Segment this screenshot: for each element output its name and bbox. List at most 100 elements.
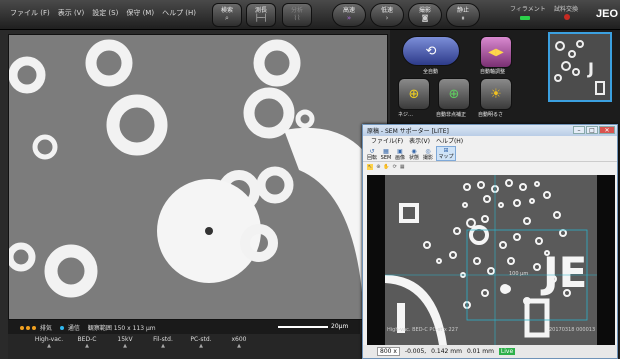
- image-thumbnail[interactable]: J: [548, 32, 612, 102]
- auto-contrast-label: ネジ…: [398, 112, 414, 118]
- auto-focus-label: 自動軸調整: [480, 69, 506, 75]
- grid-icon[interactable]: ▦: [400, 164, 405, 170]
- capture-button[interactable]: 撮影 ◙: [408, 3, 442, 27]
- evac-dot-icon: [26, 325, 30, 330]
- tool-label: マップ: [438, 154, 454, 160]
- focus-arrows-icon: ◀▶: [488, 46, 504, 58]
- rotate-icon: ↺: [369, 148, 375, 155]
- hand-icon[interactable]: ✋: [383, 164, 389, 170]
- cond-probe-current[interactable]: PC-std. ▲: [182, 334, 220, 359]
- cond-detector[interactable]: BED-C ▲: [68, 334, 106, 359]
- chevron-up-icon: ▲: [199, 343, 203, 349]
- field-of-view: 観察範囲 150 x 113 μm: [87, 324, 156, 332]
- menu-file[interactable]: ファイル (F): [6, 8, 54, 18]
- sem-image-viewport[interactable]: [8, 34, 388, 320]
- camera-icon: ◙: [421, 14, 429, 22]
- info-bar: 排気 通信 観察範囲 150 x 113 μm 20μm: [8, 320, 360, 334]
- pause-icon: ⏸: [461, 14, 465, 22]
- cond-filament[interactable]: Fil-std. ▲: [144, 334, 182, 359]
- win-menu-view[interactable]: 表示(V): [409, 136, 430, 145]
- vacuum-label: 試料交換: [554, 6, 579, 13]
- evac-label: 排気: [39, 324, 52, 332]
- auto-focus-button[interactable]: ◀▶: [480, 36, 512, 68]
- menu-settings[interactable]: 設定 (S): [88, 8, 122, 18]
- win-menu-help[interactable]: ヘルプ(H): [436, 136, 463, 145]
- refresh-icon[interactable]: ⟳: [393, 164, 397, 170]
- window-subtoolbar: ↖ ⊕ ✋ ⟳ ▦: [363, 162, 617, 171]
- chevron-up-icon: ▲: [161, 343, 165, 349]
- menu-view[interactable]: 表示 (V): [54, 8, 88, 18]
- filament-label: フィラメント: [510, 6, 546, 13]
- cond-value: High-vac.: [34, 336, 64, 343]
- cond-value: 15kV: [117, 336, 133, 343]
- tool-rotate[interactable]: ↺ 回転: [366, 148, 378, 161]
- zoom-icon[interactable]: ⊕: [376, 164, 380, 170]
- condition-bar: High-vac. ▲ BED-C ▲ 15kV ▲ Fil-std. ▲ PC-std…: [8, 334, 368, 359]
- cond-vacuum-mode[interactable]: High-vac. ▲: [30, 334, 68, 359]
- close-icon[interactable]: ✕: [599, 126, 615, 134]
- ruler-icon: ├─┤: [254, 14, 268, 22]
- analysis-button[interactable]: 分析 ⌇⌇: [282, 3, 312, 27]
- tool-label: 状態: [408, 155, 419, 161]
- sem-live-image: [9, 35, 387, 319]
- menu-maintenance[interactable]: 保守 (M): [122, 8, 158, 18]
- window-controls: – □ ✕: [573, 126, 615, 134]
- map-image[interactable]: JE High-vac. BED-C PC-st x 227 20170318 …: [367, 175, 615, 345]
- evac-dot-icon: [32, 325, 36, 330]
- map-scale-label: 100 μm: [509, 271, 529, 277]
- window-statusbar: 800 x -0.005, 0.142 mm 0.01 mm Live: [363, 345, 617, 358]
- auto-all-button[interactable]: ⟲: [402, 36, 460, 66]
- tool-capture[interactable]: ◎ 撮影: [422, 148, 434, 161]
- scale-bar: [278, 326, 328, 328]
- tool-sem[interactable]: ▦ SEM: [380, 148, 392, 161]
- measure-button[interactable]: 測長 ├─┤: [246, 3, 276, 27]
- cond-value: Fil-std.: [153, 336, 173, 343]
- crosshair-icon: ⊕: [448, 86, 460, 102]
- capture-label: 撮影: [418, 7, 431, 14]
- auto-stig-button[interactable]: ⊕: [438, 78, 470, 110]
- filament-led: [520, 16, 530, 20]
- cond-voltage[interactable]: 15kV ▲: [106, 334, 144, 359]
- tool-label: 画像: [394, 155, 405, 161]
- cond-magnification[interactable]: x600 ▲: [220, 334, 258, 359]
- top-toolbar: ファイル (F) 表示 (V) 設定 (S) 保守 (M) ヘルプ (H) 検索…: [0, 0, 620, 30]
- minimize-icon[interactable]: –: [573, 126, 585, 134]
- zoom-select[interactable]: 800 x: [377, 347, 400, 356]
- stop-button[interactable]: 静止 ⏸: [446, 3, 480, 27]
- pointer-icon[interactable]: ↖: [367, 163, 374, 170]
- search-button[interactable]: 検索 ⌕: [212, 3, 242, 27]
- window-titlebar[interactable]: 原稿 - SEM サポーター [LITE] – □ ✕: [363, 125, 617, 136]
- tool-label: SEM: [380, 155, 392, 161]
- scan-slow-button[interactable]: 低速 ›: [370, 3, 404, 27]
- spectrum-icon: ⌇⌇: [293, 14, 301, 22]
- chevron-up-icon: ▲: [47, 343, 51, 349]
- fast-forward-icon: »: [346, 14, 352, 22]
- maximize-icon[interactable]: □: [586, 126, 598, 134]
- chevron-up-icon: ▲: [123, 343, 127, 349]
- win-menu-file[interactable]: ファイル(F): [371, 136, 403, 145]
- menu-help[interactable]: ヘルプ (H): [158, 8, 200, 18]
- comm-status: 通信: [59, 323, 80, 332]
- auto-all-icon: ⟲: [425, 43, 437, 59]
- brand-logo: JEO: [595, 8, 618, 20]
- window-title: 原稿 - SEM サポーター [LITE]: [367, 128, 449, 135]
- analysis-label: 分析: [290, 7, 303, 14]
- tool-image[interactable]: ▣ 画像: [394, 148, 406, 161]
- chevron-up-icon: ▲: [85, 343, 89, 349]
- comm-dot-icon: [59, 325, 64, 330]
- search-icon: ⌕: [225, 14, 229, 22]
- window-menu: ファイル(F) 表示(V) ヘルプ(H): [363, 136, 617, 145]
- tool-state[interactable]: ◉ 状態: [408, 148, 420, 161]
- cond-value: BED-C: [77, 336, 97, 343]
- tool-map[interactable]: ⊞ マップ: [436, 146, 456, 161]
- auto-contrast-button[interactable]: ⊕: [398, 78, 430, 110]
- target-icon: ⊕: [408, 86, 420, 102]
- stop-label: 静止: [456, 7, 469, 14]
- scale-label: 20μm: [331, 323, 349, 330]
- map-image-canvas: JE: [367, 175, 615, 345]
- scan-fast-button[interactable]: 高速 »: [332, 3, 366, 27]
- auto-brightness-button[interactable]: ☀: [480, 78, 512, 110]
- sem-supporter-window[interactable]: 原稿 - SEM サポーター [LITE] – □ ✕ ファイル(F) 表示(V…: [362, 124, 618, 359]
- thumbnail-image: J: [550, 34, 610, 100]
- auto-stig-label: 自動非点補正: [436, 112, 467, 118]
